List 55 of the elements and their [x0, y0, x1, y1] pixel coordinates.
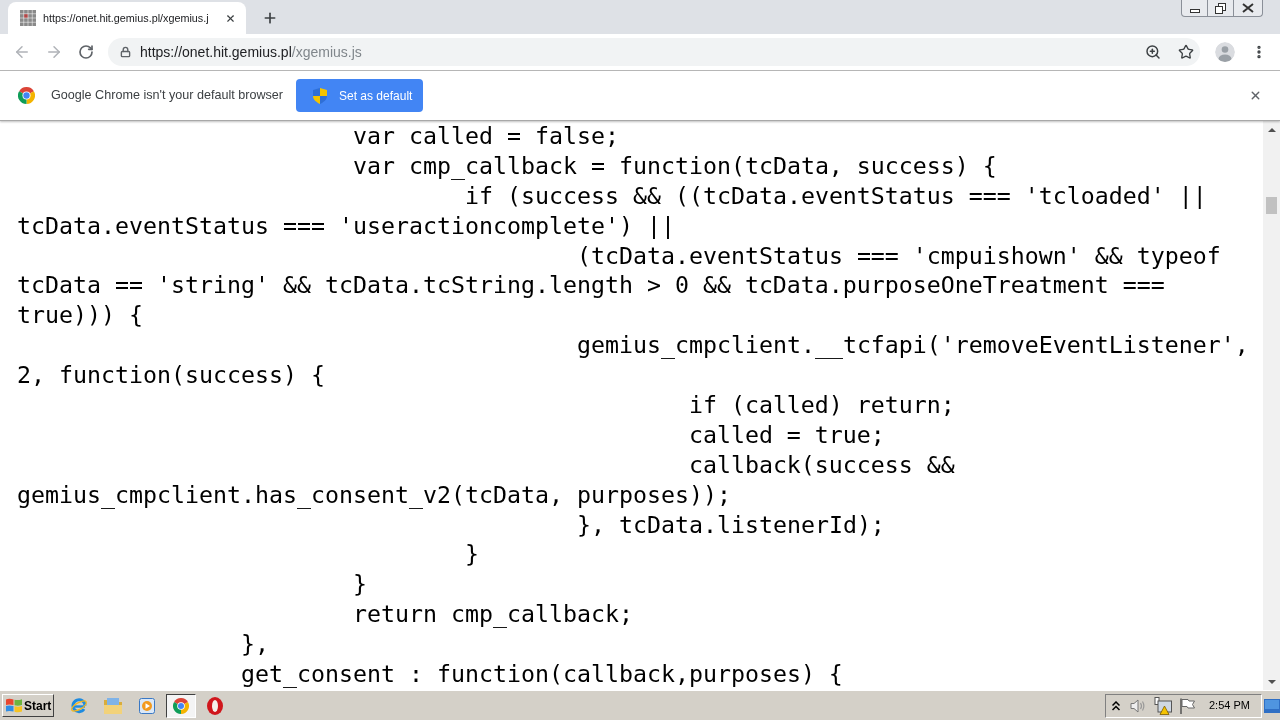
arrow-right-icon: [45, 43, 63, 61]
minimize-icon: [1189, 9, 1200, 13]
code-line: var cmp_callback = function(tcData, success) {: [352, 151, 997, 179]
close-icon: [224, 12, 236, 24]
chrome-logo-icon: [18, 87, 35, 104]
shield-icon: [313, 87, 327, 104]
code-line: called = true;: [688, 420, 885, 448]
chrome-logo-icon: [173, 697, 189, 714]
code-line: },: [240, 630, 269, 658]
code-line: }, tcData.listenerId);: [576, 510, 885, 538]
code-line: 2, function(success) {: [17, 361, 325, 389]
code-line: get_consent : function(callback,purposes) {: [240, 660, 843, 688]
speaker-icon[interactable]: [1130, 697, 1146, 714]
flag-icon[interactable]: [1179, 697, 1195, 714]
code-line: if (called) return;: [688, 391, 955, 418]
clock[interactable]: 2:54 PM: [1209, 697, 1250, 714]
grid-icon: [20, 10, 36, 26]
code-line: var called = false;: [352, 122, 619, 149]
close-icon: [1242, 3, 1254, 13]
code-line: callback(success &&: [688, 450, 955, 478]
code-line: if (success && ((tcData.eventStatus === 'tcloaded' ||: [464, 181, 1207, 209]
set-default-button[interactable]: Set as default: [296, 79, 423, 112]
network-warning-icon[interactable]: [1154, 696, 1172, 715]
url-text: https://onet.hit.gemius.pl/xgemius.js: [140, 42, 362, 62]
chevron-up-icon[interactable]: [1112, 700, 1120, 711]
lock-icon: [120, 46, 131, 58]
code-line: }: [464, 540, 479, 568]
scrollbar-thumb[interactable]: [1266, 197, 1277, 214]
restore-icon: [1215, 2, 1226, 14]
infobar-message: Google Chrome isn't your default browser: [51, 87, 283, 105]
start-button[interactable]: Start: [2, 694, 54, 717]
address-bar[interactable]: https://onet.hit.gemius.pl/xgemius.js: [108, 38, 1200, 66]
e-logo-icon: [70, 696, 88, 715]
triangle-up-icon: [1267, 127, 1276, 132]
code-line: }: [352, 570, 367, 598]
star-icon: [1178, 44, 1194, 60]
zoom-icon: [1145, 44, 1161, 60]
avatar-icon: [1215, 42, 1235, 62]
code-line: gemius_cmpclient.has_consent_v2(tcData, purposes));: [17, 480, 731, 508]
code-line: (tcData.eventStatus === 'cmpuishown' && typeof: [576, 241, 1221, 269]
code-line: tcData == 'string' && tcData.tcString.length > 0 && tcData.purposeOneTreatment ===: [17, 271, 1165, 299]
reload-icon: [78, 44, 94, 60]
plus-icon: [262, 10, 278, 26]
show-desktop-icon[interactable]: [1264, 698, 1280, 713]
o-logo-icon: [207, 696, 223, 715]
code-line: gemius_cmpclient.__tcfapi('removeEventListener',: [576, 331, 1249, 359]
taskbar-button[interactable]: [166, 693, 196, 718]
triangle-down-icon: [1267, 679, 1276, 684]
code-line: tcData.eventStatus === 'useractioncomplete') ||: [17, 211, 675, 239]
windows-logo-icon: [6, 698, 22, 713]
code-line: return cmp_callback;: [352, 600, 633, 628]
browser-tab[interactable]: https://onet.hit.gemius.pl/xgemius.j: [8, 2, 246, 34]
folder-icon: [104, 697, 122, 714]
play-icon: [139, 697, 155, 714]
code-line: true))) {: [17, 301, 143, 329]
